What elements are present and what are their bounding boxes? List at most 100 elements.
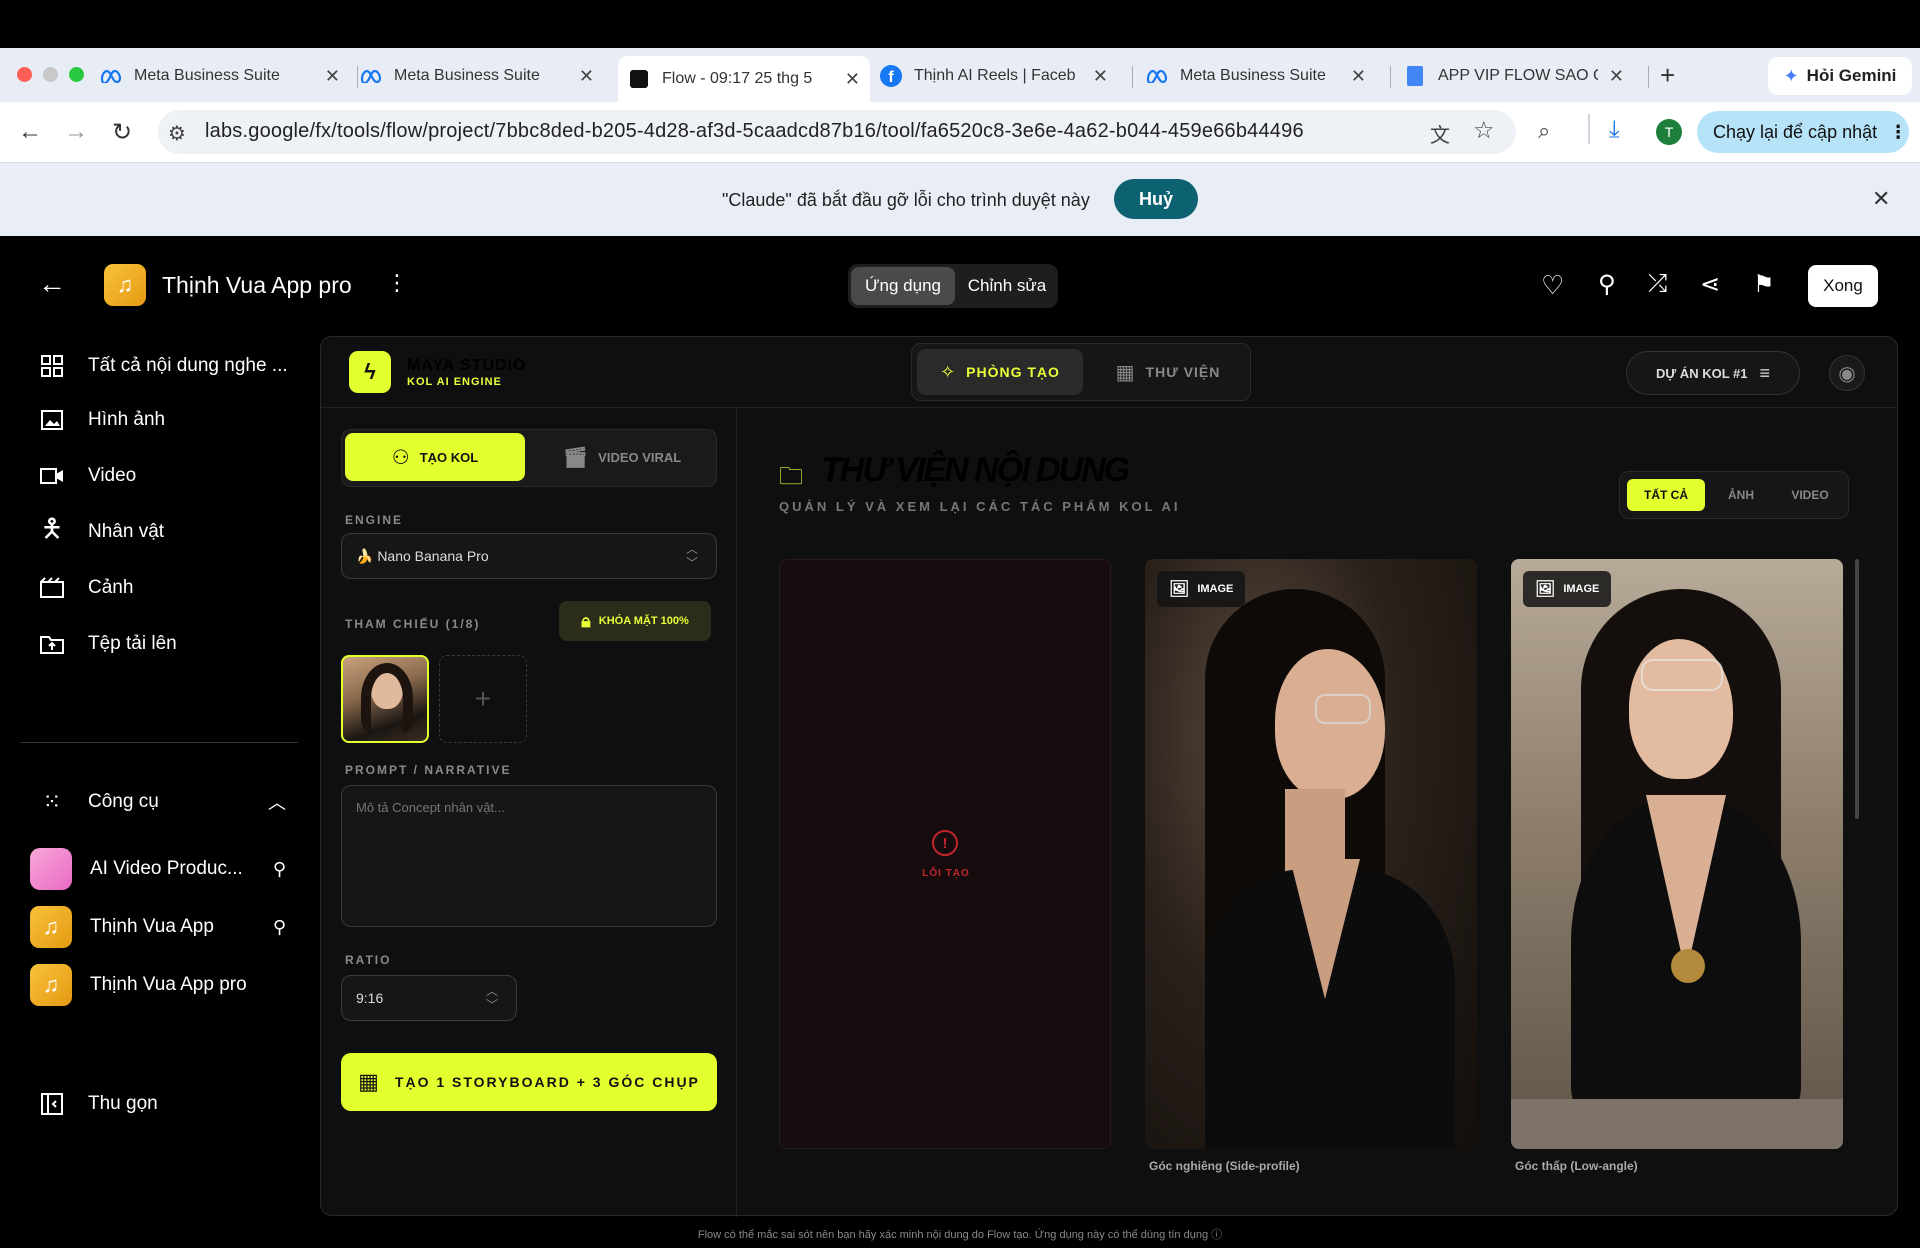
gemini-button[interactable]: ✦ Hỏi Gemini [1768, 57, 1912, 95]
url-text[interactable]: labs.google/fx/tools/flow/project/7bbc8d… [205, 120, 1304, 143]
close-tab-icon[interactable]: ✕ [1351, 66, 1366, 87]
close-tab-icon[interactable]: ✕ [579, 66, 594, 87]
share-icon[interactable]: ⋖ [1700, 270, 1720, 299]
sidebar-tool-thinh-vua-app[interactable]: ♫ Thịnh Vua App ⚲ [30, 906, 286, 948]
tab-separator [1132, 66, 1133, 88]
lock-icon: 🔒︎ [581, 610, 591, 631]
image-card-low-angle[interactable]: 🖼︎ IMAGE [1511, 559, 1843, 1149]
reference-label: THAM CHIẾU (1/8) [345, 617, 481, 631]
back-icon[interactable]: ← [18, 118, 42, 146]
search-tab-icon[interactable]: ⌕ [1538, 118, 1550, 144]
close-tab-icon[interactable]: ✕ [1609, 66, 1624, 87]
footer-note: Flow có thể mắc sai sót nên bạn hãy xác … [697, 1229, 1223, 1241]
site-settings-icon[interactable]: ⚙ [168, 121, 186, 146]
bookmark-star-icon[interactable]: ☆ [1473, 116, 1495, 145]
gallery-scrollbar[interactable] [1855, 559, 1859, 819]
maximize-window-button[interactable] [69, 67, 84, 82]
sidebar-item-characters[interactable]: 🯅 Nhân vật [36, 513, 165, 548]
generate-button[interactable]: ▦ TẠO 1 STORYBOARD + 3 GÓC CHỤP [341, 1053, 717, 1111]
reload-icon[interactable]: ↻ [112, 118, 132, 147]
sidebar-item-video[interactable]: Video [36, 460, 136, 492]
badge-label: IMAGE [1197, 583, 1234, 595]
more-options-icon[interactable]: ⋮ [386, 270, 408, 296]
forward-icon[interactable]: → [64, 118, 88, 146]
engine-label: ENGINE [345, 513, 404, 527]
sidebar-item-label: Video [88, 465, 137, 486]
sidebar-tool-label: AI Video Produc... [90, 858, 243, 879]
minimize-window-button[interactable] [43, 67, 58, 82]
shuffle-icon[interactable]: ⤮ [1648, 270, 1667, 298]
browser-tab-2[interactable]: Meta Business Suite ✕ [360, 56, 604, 96]
image-badge: 🖼︎ IMAGE [1523, 571, 1612, 607]
flag-icon[interactable]: ⚑ [1753, 270, 1775, 299]
heart-icon[interactable]: ♡ [1541, 270, 1564, 301]
nav-library[interactable]: ▦ THƯ VIỆN [1093, 349, 1243, 395]
mode-edit-button[interactable]: Chỉnh sửa [955, 267, 1059, 305]
mode-app-button[interactable]: Ứng dụng [851, 267, 955, 305]
close-tab-icon[interactable]: ✕ [845, 69, 860, 90]
grid-icon: ▦ [1115, 361, 1136, 384]
close-tab-icon[interactable]: ✕ [325, 66, 340, 87]
sidebar-item-uploads[interactable]: Tệp tải lên [36, 628, 177, 660]
sidebar-item-images[interactable]: Hình ảnh [36, 404, 165, 436]
collapse-label: Thu gọn [88, 1093, 158, 1114]
more-vert-icon: ⋮ [1889, 121, 1908, 142]
filter-images[interactable]: ẢNH [1711, 479, 1771, 511]
image-icon: 🖼︎ [1535, 581, 1556, 598]
browser-tab-6[interactable]: APP VIP FLOW SAO C ✕ [1404, 56, 1634, 96]
update-label: Chạy lại để cập nhật [1713, 121, 1878, 142]
docs-icon [1404, 65, 1426, 87]
sidebar-item-scenes[interactable]: Cảnh [36, 572, 133, 604]
close-infobar-icon[interactable]: ✕ [1872, 186, 1890, 212]
sidebar-tools-label: Công cụ [88, 791, 159, 812]
filter-all[interactable]: TẤT CẢ [1627, 479, 1705, 511]
sparkle-grid-icon: ⁙ [42, 789, 62, 814]
profile-avatar[interactable]: T [1656, 119, 1682, 145]
tab-title: Thịnh AI Reels | Faceb [914, 67, 1076, 84]
tab-video-viral[interactable]: 🎬︎ VIDEO VIRAL [531, 433, 713, 481]
browser-tab-3-active[interactable]: Flow - 09:17 25 thg 5 ✕ [618, 56, 870, 102]
face-lock-toggle[interactable]: 🔒︎ KHÓA MẶT 100% [559, 601, 711, 641]
toolbar-divider [1588, 114, 1590, 144]
sidebar-item-all-content[interactable]: Tất cả nội dung nghe ... [36, 350, 288, 382]
tab-create-kol[interactable]: ⚇ TẠO KOL [345, 433, 525, 481]
image-card-side-profile[interactable]: 🖼︎ IMAGE [1145, 559, 1477, 1149]
download-icon[interactable]: ⤓ [1609, 116, 1620, 144]
sidebar-tools-header[interactable]: ⁙ Công cụ ︿ [36, 786, 286, 818]
cancel-debug-button[interactable]: Huỷ [1114, 179, 1198, 219]
pin-icon[interactable]: ⚲ [273, 917, 286, 938]
prompt-input[interactable] [341, 785, 717, 927]
user-avatar-icon[interactable]: ◉ [1829, 355, 1865, 391]
new-tab-icon[interactable]: + [1660, 60, 1675, 91]
upload-folder-icon [36, 628, 68, 660]
panel-header-divider [321, 407, 1897, 408]
translate-icon[interactable]: 文 [1430, 119, 1450, 148]
ratio-select[interactable]: 9:16 ︿ ﹀ [341, 975, 517, 1021]
gold-ring-shape [1671, 949, 1705, 983]
badge-label: IMAGE [1563, 583, 1600, 595]
error-card[interactable]: ! LỖI TẠO [779, 559, 1111, 1149]
browser-tab-4[interactable]: f Thịnh AI Reels | Faceb ✕ [880, 56, 1118, 96]
project-selector[interactable]: DỰ ÁN KOL #1 ≡ [1626, 351, 1800, 395]
sidebar-tool-thinh-vua-app-pro[interactable]: ♫ Thịnh Vua App pro [30, 964, 286, 1006]
close-tab-icon[interactable]: ✕ [1093, 66, 1108, 87]
engine-select[interactable]: 🍌 Nano Banana Pro ︿ ﹀ [341, 533, 717, 579]
add-reference-button[interactable]: + [439, 655, 527, 743]
filter-video[interactable]: VIDEO [1775, 479, 1845, 511]
done-button[interactable]: Xong [1808, 265, 1878, 307]
pin-icon[interactable]: ⚲ [273, 859, 286, 880]
browser-tab-1[interactable]: Meta Business Suite ✕ [100, 56, 350, 96]
engine-value: 🍌 Nano Banana Pro [356, 548, 489, 564]
sidebar-item-label: Tất cả nội dung nghe ... [88, 355, 288, 376]
sidebar-tool-ai-video[interactable]: AI Video Produc... ⚲ [30, 848, 286, 890]
back-arrow-icon[interactable]: ← [38, 268, 66, 300]
pin-icon[interactable]: ⚲ [1598, 270, 1616, 299]
tab-separator [1390, 66, 1391, 88]
sidebar-collapse-button[interactable]: Thu gọn [36, 1088, 158, 1120]
update-button[interactable]: Chạy lại để cập nhật ⋮ [1697, 111, 1909, 153]
close-window-button[interactable] [17, 67, 32, 82]
tab-title: Meta Business Suite [394, 67, 540, 84]
nav-create-room[interactable]: ✧ PHÒNG TẠO [917, 349, 1083, 395]
reference-thumbnail[interactable] [341, 655, 429, 743]
browser-tab-5[interactable]: Meta Business Suite ✕ [1146, 56, 1376, 96]
